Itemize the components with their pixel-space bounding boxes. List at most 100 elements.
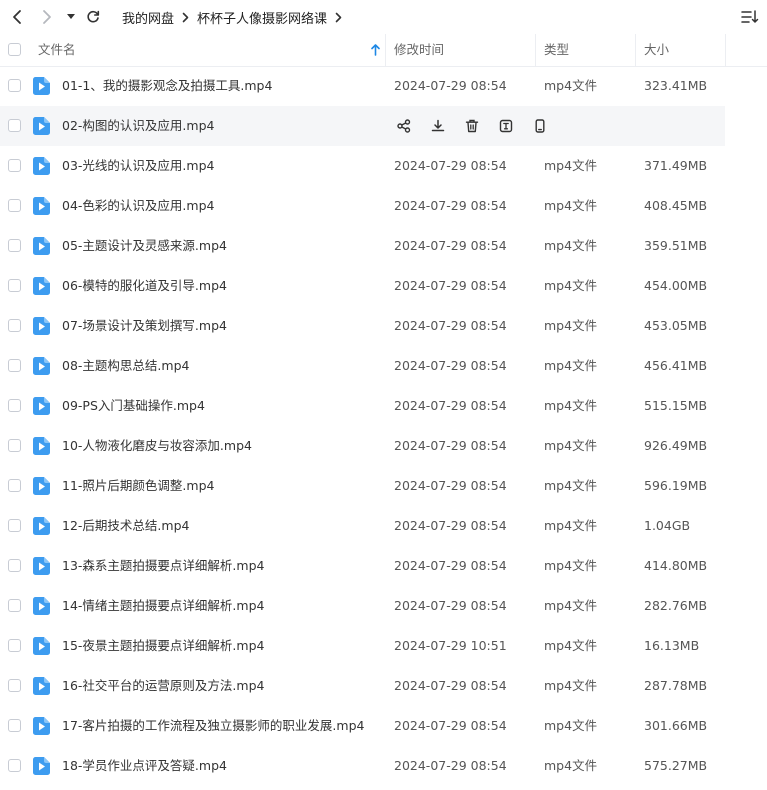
sort-arrow-up-icon[interactable]	[371, 44, 380, 56]
file-row[interactable]: 12-后期技术总结.mp4 2024-07-29 08:54 mp4文件 1.0…	[0, 506, 725, 546]
top-bar: 我的网盘 杯杯子人像摄影网络课	[0, 0, 767, 34]
file-modified-time: 2024-07-29 08:54	[394, 478, 507, 493]
file-type: mp4文件	[544, 238, 598, 253]
row-checkbox[interactable]	[8, 239, 21, 252]
share-button[interactable]	[394, 116, 414, 136]
file-row[interactable]: 09-PS入门基础操作.mp4 2024-07-29 08:54 mp4文件 5…	[0, 386, 725, 426]
column-divider[interactable]	[385, 34, 386, 66]
file-type: mp4文件	[544, 478, 598, 493]
file-modified-time: 2024-07-29 08:54	[394, 358, 507, 373]
video-file-icon	[33, 357, 50, 375]
phone-button[interactable]	[530, 116, 550, 136]
chevron-right-icon	[43, 10, 51, 24]
file-row[interactable]: 13-森系主题拍摄要点详细解析.mp4 2024-07-29 08:54 mp4…	[0, 546, 725, 586]
row-checkbox[interactable]	[8, 199, 21, 212]
file-row[interactable]: 11-照片后期颜色调整.mp4 2024-07-29 08:54 mp4文件 5…	[0, 466, 725, 506]
history-dropdown-button[interactable]	[64, 6, 78, 28]
file-type: mp4文件	[544, 438, 598, 453]
column-divider[interactable]	[535, 34, 536, 66]
refresh-icon	[87, 10, 100, 23]
sort-view-button[interactable]	[741, 8, 759, 26]
file-name: 15-夜景主题拍摄要点详细解析.mp4	[62, 638, 265, 653]
file-type: mp4文件	[544, 358, 598, 373]
row-checkbox[interactable]	[8, 119, 21, 132]
file-row[interactable]: 04-色彩的认识及应用.mp4 2024-07-29 08:54 mp4文件 4…	[0, 186, 725, 226]
row-checkbox[interactable]	[8, 439, 21, 452]
row-checkbox[interactable]	[8, 599, 21, 612]
video-file-icon	[33, 197, 50, 215]
file-row[interactable]: 07-场景设计及策划撰写.mp4 2024-07-29 08:54 mp4文件 …	[0, 306, 725, 346]
file-row[interactable]: 08-主题构思总结.mp4 2024-07-29 08:54 mp4文件 456…	[0, 346, 725, 386]
file-type: mp4文件	[544, 758, 598, 773]
row-checkbox[interactable]	[8, 639, 21, 652]
row-checkbox[interactable]	[8, 279, 21, 292]
breadcrumb-expand-icon[interactable]	[335, 12, 342, 23]
row-checkbox[interactable]	[8, 559, 21, 572]
video-file-icon	[33, 757, 50, 775]
file-row[interactable]: 18-学员作业点评及答疑.mp4 2024-07-29 08:54 mp4文件 …	[0, 746, 725, 786]
rename-button[interactable]	[496, 116, 516, 136]
column-divider[interactable]	[635, 34, 636, 66]
row-checkbox[interactable]	[8, 399, 21, 412]
row-checkbox[interactable]	[8, 319, 21, 332]
file-name: 13-森系主题拍摄要点详细解析.mp4	[62, 558, 265, 573]
file-row[interactable]: 03-光线的认识及应用.mp4 2024-07-29 08:54 mp4文件 3…	[0, 146, 725, 186]
file-type: mp4文件	[544, 278, 598, 293]
file-type: mp4文件	[544, 598, 598, 613]
row-checkbox[interactable]	[8, 679, 21, 692]
breadcrumb-current-folder[interactable]: 杯杯子人像摄影网络课	[197, 8, 327, 27]
download-button[interactable]	[428, 116, 448, 136]
video-file-icon	[33, 77, 50, 95]
file-row[interactable]: 02-构图的认识及应用.mp4	[0, 106, 725, 146]
video-file-icon	[33, 317, 50, 335]
file-modified-time: 2024-07-29 08:54	[394, 558, 507, 573]
file-type: mp4文件	[544, 318, 598, 333]
file-size: 414.80MB	[644, 558, 708, 573]
file-row[interactable]: 10-人物液化磨皮与妆容添加.mp4 2024-07-29 08:54 mp4文…	[0, 426, 725, 466]
file-row[interactable]: 01-1、我的摄影观念及拍摄工具.mp4 2024-07-29 08:54 mp…	[0, 66, 725, 106]
file-row[interactable]: 15-夜景主题拍摄要点详细解析.mp4 2024-07-29 10:51 mp4…	[0, 626, 725, 666]
column-header-type[interactable]: 类型	[544, 34, 569, 66]
row-checkbox[interactable]	[8, 159, 21, 172]
back-button[interactable]	[8, 6, 26, 28]
file-name: 17-客片拍摄的工作流程及独立摄影师的职业发展.mp4	[62, 718, 365, 733]
file-modified-time: 2024-07-29 08:54	[394, 318, 507, 333]
row-checkbox[interactable]	[8, 79, 21, 92]
file-size: 287.78MB	[644, 678, 708, 693]
file-name: 05-主题设计及灵感来源.mp4	[62, 238, 227, 253]
video-file-icon	[33, 597, 50, 615]
row-checkbox[interactable]	[8, 479, 21, 492]
select-all-checkbox[interactable]	[8, 43, 21, 56]
row-checkbox[interactable]	[8, 759, 21, 772]
breadcrumb: 我的网盘 杯杯子人像摄影网络课	[122, 7, 350, 27]
column-header-size[interactable]: 大小	[644, 34, 669, 66]
file-modified-time: 2024-07-29 08:54	[394, 238, 507, 253]
file-size: 1.04GB	[644, 518, 691, 533]
breadcrumb-separator-icon	[182, 12, 189, 23]
video-file-icon	[33, 397, 50, 415]
row-checkbox[interactable]	[8, 519, 21, 532]
row-checkbox[interactable]	[8, 359, 21, 372]
file-row[interactable]: 14-情绪主题拍摄要点详细解析.mp4 2024-07-29 08:54 mp4…	[0, 586, 725, 626]
column-header-name[interactable]: 文件名	[38, 34, 76, 66]
refresh-button[interactable]	[84, 6, 102, 28]
forward-button[interactable]	[38, 6, 56, 28]
delete-button[interactable]	[462, 116, 482, 136]
file-name: 08-主题构思总结.mp4	[62, 358, 190, 373]
video-file-icon	[33, 277, 50, 295]
column-header-modified[interactable]: 修改时间	[394, 34, 444, 66]
file-modified-time: 2024-07-29 08:54	[394, 198, 507, 213]
file-row[interactable]: 16-社交平台的运营原则及方法.mp4 2024-07-29 08:54 mp4…	[0, 666, 725, 706]
video-file-icon	[33, 637, 50, 655]
row-checkbox[interactable]	[8, 719, 21, 732]
delete-icon	[465, 119, 479, 133]
file-modified-time: 2024-07-29 08:54	[394, 518, 507, 533]
video-file-icon	[33, 157, 50, 175]
breadcrumb-my-drive[interactable]: 我的网盘	[122, 8, 174, 27]
file-row[interactable]: 06-模特的服化道及引导.mp4 2024-07-29 08:54 mp4文件 …	[0, 266, 725, 306]
column-divider[interactable]	[725, 34, 726, 66]
file-row[interactable]: 05-主题设计及灵感来源.mp4 2024-07-29 08:54 mp4文件 …	[0, 226, 725, 266]
file-size: 596.19MB	[644, 478, 708, 493]
file-row[interactable]: 17-客片拍摄的工作流程及独立摄影师的职业发展.mp4 2024-07-29 0…	[0, 706, 725, 746]
file-size: 371.49MB	[644, 158, 708, 173]
